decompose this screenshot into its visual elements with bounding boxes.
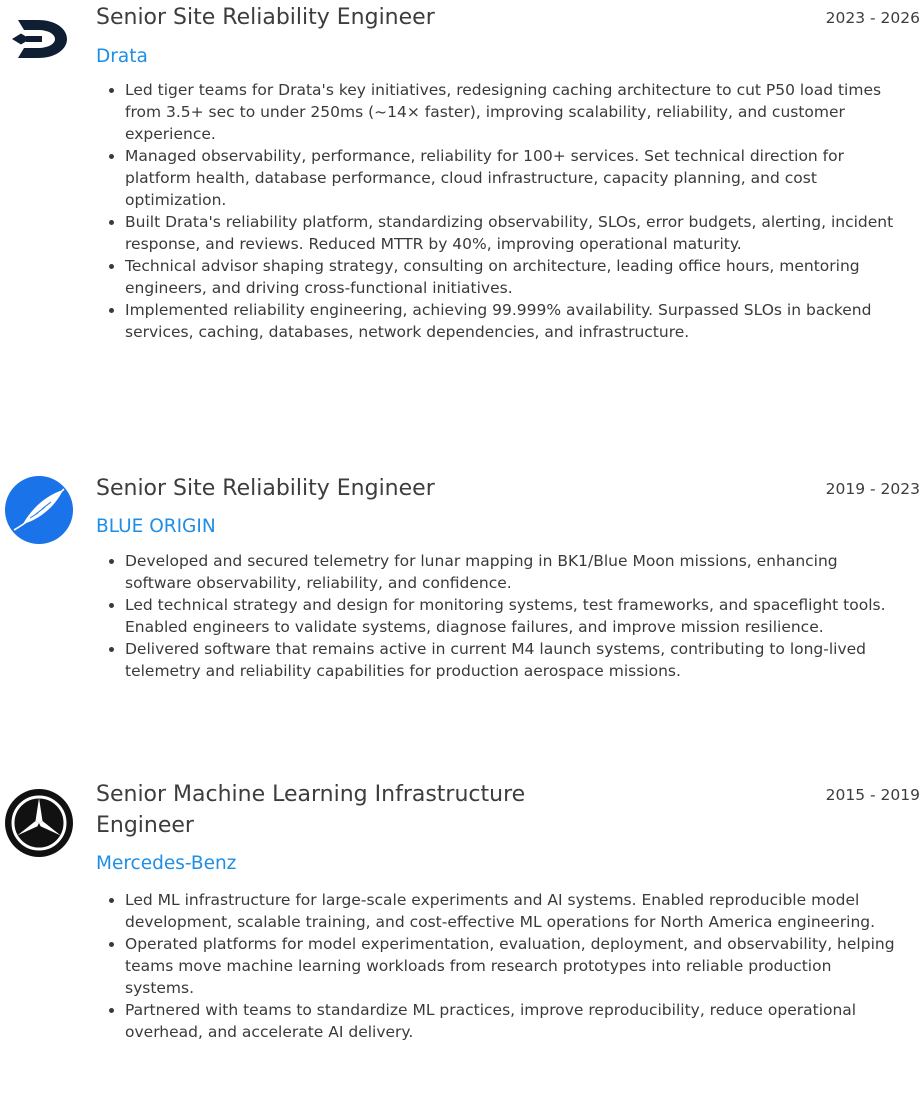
company-link[interactable]: BLUE ORIGIN [96,514,216,540]
job-bullets: Developed and secured telemetry for luna… [104,550,904,682]
experience-list: Senior Site Reliability Engineer 2023 - … [0,0,923,1104]
bullet-item: Implemented reliability engineering, ach… [104,299,904,343]
bullet-item: Operated platforms for model experimenta… [104,933,904,999]
job-bullets: Led tiger teams for Drata's key initiati… [104,79,904,343]
company-link[interactable]: Drata [96,44,148,70]
bullet-item: Delivered software that remains active i… [104,638,904,682]
three-pointed-star-icon [4,788,74,858]
job-title: Senior Machine Learning Infrastructure E… [96,782,526,838]
bullet-item: Managed observability, performance, reli… [104,145,904,211]
job-dates: 2015 - 2019 [825,786,920,804]
job-dates: 2019 - 2023 [825,480,920,498]
bullet-item: Technical advisor shaping strategy, cons… [104,255,904,299]
bullet-item: Led ML infrastructure for large-scale ex… [104,889,904,933]
job-title: Senior Site Reliability Engineer [96,5,435,30]
feather-icon [4,475,74,545]
bullet-item: Developed and secured telemetry for luna… [104,550,904,594]
job-bullets: Led ML infrastructure for large-scale ex… [104,889,904,1043]
job-title: Senior Site Reliability Engineer [96,476,435,501]
bullet-item: Built Drata's reliability platform, stan… [104,211,904,255]
drata-logo-icon [4,3,74,73]
bullet-item: Led technical strategy and design for mo… [104,594,904,638]
job-dates: 2023 - 2026 [825,9,920,27]
company-link[interactable]: Mercedes-Benz [96,851,236,877]
bullet-item: Led tiger teams for Drata's key initiati… [104,79,904,145]
bullet-item: Partnered with teams to standardize ML p… [104,999,904,1043]
